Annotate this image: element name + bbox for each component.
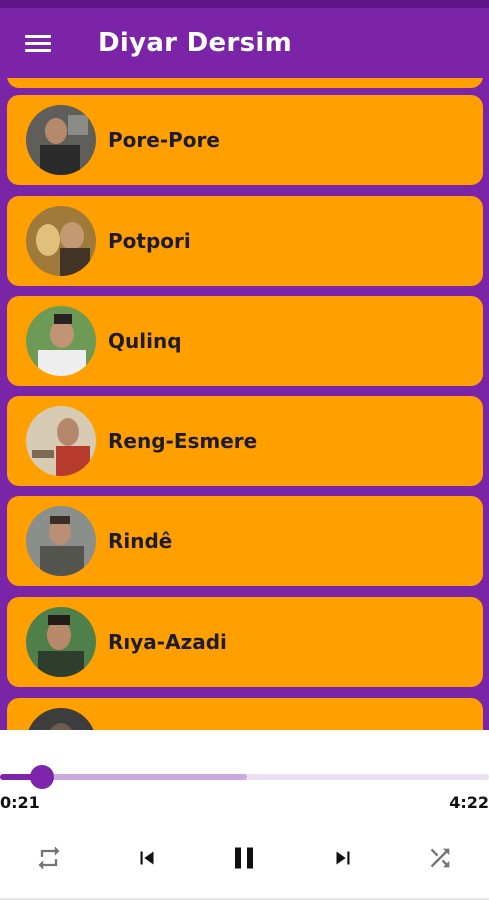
song-list[interactable]: Pore-Pore Potpori Qulinq Reng-Esmere Rin… — [0, 78, 489, 730]
current-time: 0:21 — [0, 793, 40, 812]
previous-icon — [140, 851, 154, 865]
artist-avatar — [26, 206, 96, 276]
seek-bar[interactable] — [0, 774, 489, 780]
artist-avatar — [26, 306, 96, 376]
repeat-icon — [38, 846, 60, 870]
app-bar: Diyar Dersim — [0, 8, 489, 78]
pause-button[interactable] — [224, 838, 264, 878]
pause-icon — [235, 847, 253, 869]
repeat-button[interactable] — [29, 838, 69, 878]
song-title: Rıya-Azadi — [108, 630, 227, 654]
previous-button[interactable] — [127, 838, 167, 878]
song-card[interactable] — [7, 698, 483, 730]
shuffle-button[interactable] — [420, 838, 460, 878]
artist-avatar — [26, 105, 96, 175]
song-card[interactable]: Rıya-Azadi — [7, 597, 483, 687]
song-card[interactable]: Potpori — [7, 196, 483, 286]
duration: 4:22 — [449, 793, 489, 812]
artist-avatar — [26, 708, 96, 730]
song-card-partial[interactable] — [7, 78, 483, 88]
hamburger-icon — [25, 33, 51, 53]
song-card[interactable]: Reng-Esmere — [7, 396, 483, 486]
artist-avatar — [26, 406, 96, 476]
song-title: Rindê — [108, 529, 173, 553]
menu-button[interactable] — [6, 15, 70, 71]
song-title: Potpori — [108, 229, 191, 253]
next-button[interactable] — [323, 838, 363, 878]
status-bar — [0, 0, 489, 8]
song-title: Reng-Esmere — [108, 429, 258, 453]
song-title: Pore-Pore — [108, 128, 220, 152]
next-icon — [336, 851, 350, 865]
player-panel: 0:21 4:22 — [0, 730, 489, 900]
artist-avatar — [26, 506, 96, 576]
artist-avatar — [26, 607, 96, 677]
shuffle-icon — [430, 848, 450, 868]
song-card[interactable]: Pore-Pore — [7, 95, 483, 185]
song-card[interactable]: Qulinq — [7, 296, 483, 386]
app-title: Diyar Dersim — [98, 28, 292, 58]
seek-thumb[interactable] — [29, 765, 54, 789]
song-title: Qulinq — [108, 329, 182, 353]
song-card[interactable]: Rindê — [7, 496, 483, 586]
